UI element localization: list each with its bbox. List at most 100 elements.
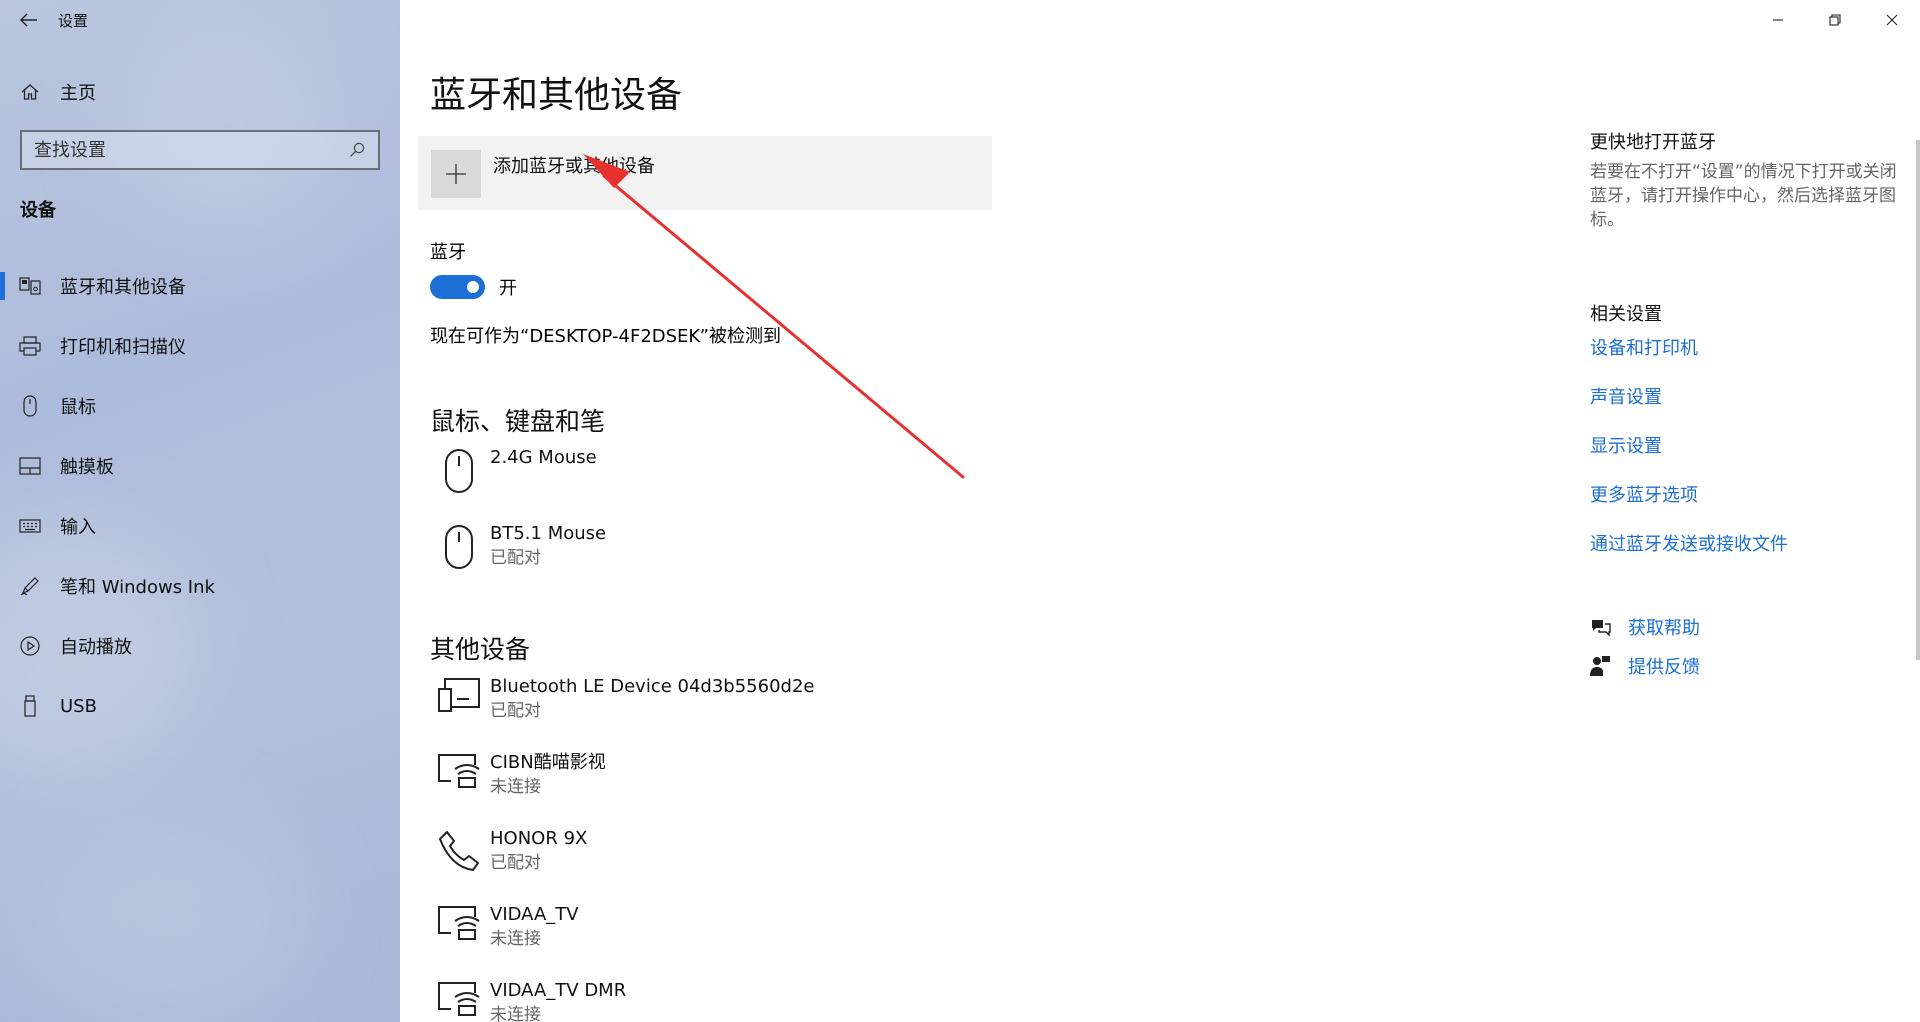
scrollbar[interactable] — [1916, 140, 1920, 660]
add-icon-box — [431, 150, 481, 198]
window-controls — [1749, 0, 1920, 40]
device-name: VIDAA_TV DMR — [490, 980, 627, 1001]
other-devices-heading: 其他设备 — [430, 635, 531, 664]
sidebar-item-label: 笔和 Windows Ink — [60, 577, 215, 598]
right-panel: 更快地打开蓝牙 若要在不打开“设置”的情况下打开或关闭蓝牙，请打开操作中心，然后… — [1590, 0, 1910, 1022]
sidebar-item-label: 蓝牙和其他设备 — [60, 277, 186, 298]
link-devices-printers[interactable]: 设备和打印机 — [1590, 334, 1698, 360]
sidebar-item-usb[interactable]: USB — [0, 676, 400, 736]
related-settings-heading: 相关设置 — [1590, 304, 1662, 325]
bluetooth-label: 蓝牙 — [430, 242, 466, 263]
link-send-receive-files[interactable]: 通过蓝牙发送或接收文件 — [1590, 530, 1788, 556]
plus-icon — [446, 164, 466, 184]
link-sound-settings[interactable]: 声音设置 — [1590, 383, 1662, 409]
device-item[interactable]: BT5.1 Mouse 已配对 — [430, 522, 1030, 584]
autoplay-icon — [20, 636, 40, 656]
bluetooth-toggle[interactable] — [430, 275, 485, 299]
sidebar-item-label: 自动播放 — [60, 637, 132, 658]
printer-icon — [19, 336, 41, 356]
sidebar-item-touchpad[interactable]: 触摸板 — [0, 436, 400, 496]
device-name: VIDAA_TV — [490, 904, 579, 925]
sidebar-item-autoplay[interactable]: 自动播放 — [0, 616, 400, 676]
feedback-icon — [1590, 656, 1610, 676]
device-status: 未连接 — [490, 1005, 541, 1022]
back-arrow-icon — [20, 13, 37, 27]
minimize-button[interactable] — [1749, 0, 1806, 40]
sidebar-section-title: 设备 — [20, 200, 56, 221]
device-item[interactable]: Bluetooth LE Device 04d3b5560d2e 已配对 — [430, 675, 1030, 737]
link-more-bluetooth-options[interactable]: 更多蓝牙选项 — [1590, 481, 1698, 507]
feedback-link[interactable]: 提供反馈 — [1590, 653, 1700, 679]
get-help-label: 获取帮助 — [1628, 618, 1700, 639]
keyboard-icon — [19, 519, 41, 533]
title-bar: 设置 — [0, 0, 400, 40]
device-status: 未连接 — [490, 777, 541, 797]
restore-icon — [1828, 14, 1841, 26]
bluetooth-devices-icon — [19, 277, 41, 295]
sidebar-item-label: 输入 — [60, 517, 96, 538]
sidebar-item-label: USB — [60, 695, 97, 717]
sidebar-item-pen[interactable]: 笔和 Windows Ink — [0, 556, 400, 616]
device-name: BT5.1 Mouse — [490, 523, 607, 544]
sidebar-item-bluetooth[interactable]: 蓝牙和其他设备 — [0, 256, 400, 316]
device-item[interactable]: 2.4G Mouse — [430, 446, 1030, 508]
close-icon — [1886, 14, 1897, 26]
maximize-button[interactable] — [1806, 0, 1863, 40]
media-device-icon — [438, 754, 480, 788]
nav-home[interactable]: 主页 — [0, 72, 400, 112]
device-item[interactable]: VIDAA_TV 未连接 — [430, 903, 1030, 965]
device-name: 2.4G Mouse — [490, 447, 597, 468]
back-button[interactable] — [0, 0, 58, 40]
device-icon — [438, 678, 480, 712]
device-item[interactable]: CIBN酷喵影视 未连接 — [430, 751, 1030, 813]
device-status: 已配对 — [490, 548, 541, 568]
search-icon[interactable] — [348, 141, 366, 159]
device-item[interactable]: HONOR 9X 已配对 — [430, 827, 1030, 889]
sidebar: 设置 主页 设备 蓝牙和其他设备 — [0, 0, 400, 1022]
get-help-link[interactable]: 获取帮助 — [1590, 614, 1700, 640]
quick-bluetooth-heading: 更快地打开蓝牙 — [1590, 132, 1716, 153]
close-button[interactable] — [1863, 0, 1920, 40]
mouse-icon — [445, 525, 473, 569]
discoverable-text: 现在可作为“DESKTOP-4F2DSEK”被检测到 — [430, 326, 781, 347]
add-device-label: 添加蓝牙或其他设备 — [493, 156, 655, 177]
minimize-icon — [1772, 19, 1783, 21]
sidebar-item-mouse[interactable]: 鼠标 — [0, 376, 400, 436]
device-status: 未连接 — [490, 929, 541, 949]
sidebar-item-label: 鼠标 — [60, 397, 96, 418]
add-device-button[interactable]: 添加蓝牙或其他设备 — [418, 136, 992, 210]
media-device-icon — [438, 982, 480, 1016]
sidebar-item-typing[interactable]: 输入 — [0, 496, 400, 556]
link-display-settings[interactable]: 显示设置 — [1590, 432, 1662, 458]
device-name: CIBN酷喵影视 — [490, 752, 606, 773]
device-item[interactable]: VIDAA_TV DMR 未连接 — [430, 979, 1030, 1022]
background-blur — [40, 820, 300, 1020]
nav-list: 蓝牙和其他设备 打印机和扫描仪 鼠标 触摸板 输入 笔和 Windows Ink… — [0, 256, 400, 736]
bluetooth-toggle-row: 开 — [430, 274, 517, 300]
toggle-state-label: 开 — [499, 278, 517, 299]
device-status: 已配对 — [490, 701, 541, 721]
sidebar-item-label: 触摸板 — [60, 457, 114, 478]
media-device-icon — [438, 906, 480, 940]
mouse-icon — [445, 449, 473, 493]
mouse-keyboard-pen-heading: 鼠标、键盘和笔 — [430, 407, 606, 436]
home-icon — [21, 84, 39, 100]
page-title: 蓝牙和其他设备 — [430, 75, 683, 116]
device-name: Bluetooth LE Device 04d3b5560d2e — [490, 676, 815, 697]
feedback-label: 提供反馈 — [1628, 657, 1700, 678]
search-box[interactable] — [20, 130, 380, 170]
nav-home-label: 主页 — [60, 83, 96, 104]
device-name: HONOR 9X — [490, 828, 588, 849]
window-title: 设置 — [58, 11, 89, 30]
usb-icon — [24, 695, 36, 717]
sidebar-item-label: 打印机和扫描仪 — [60, 337, 186, 358]
help-chat-icon — [1592, 620, 1611, 637]
sidebar-item-printers[interactable]: 打印机和扫描仪 — [0, 316, 400, 376]
touchpad-icon — [19, 457, 41, 475]
mouse-icon — [23, 395, 37, 417]
device-status: 已配对 — [490, 853, 541, 873]
quick-bluetooth-text: 若要在不打开“设置”的情况下打开或关闭蓝牙，请打开操作中心，然后选择蓝牙图标。 — [1590, 162, 1897, 230]
phone-icon — [439, 831, 479, 871]
pen-icon — [20, 577, 39, 596]
search-input[interactable] — [34, 139, 348, 161]
